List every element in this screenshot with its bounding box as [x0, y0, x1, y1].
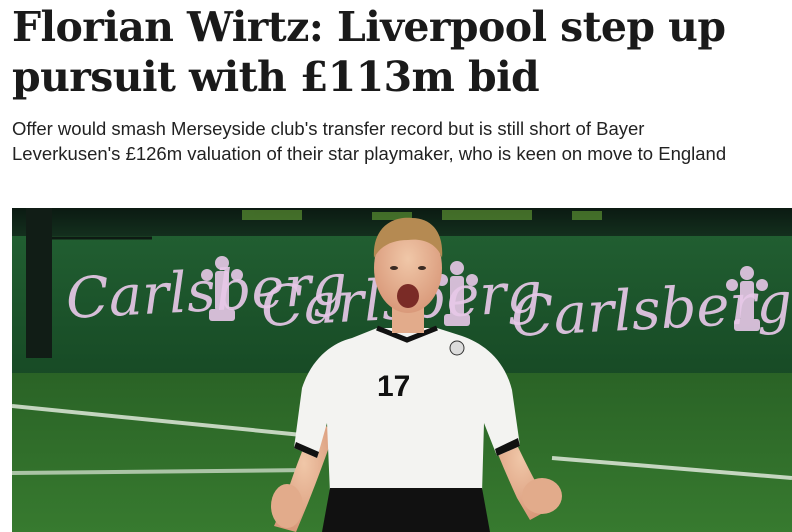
- standfirst: Offer would smash Merseyside club's tran…: [12, 116, 792, 166]
- standfirst-line-1: Offer would smash Merseyside club's tran…: [12, 118, 645, 139]
- headline: Florian Wirtz: Liverpool step up pursuit…: [12, 2, 792, 102]
- headline-line-2: pursuit with £113m bid: [12, 53, 540, 101]
- standfirst-line-2: Leverkusen's £126m valuation of their st…: [12, 143, 727, 164]
- hero-photo-illustration: Carlsberg Carlsberg Carlsberg: [12, 208, 792, 532]
- shirt-number: 17: [377, 370, 410, 403]
- hero-photo: Carlsberg Carlsberg Carlsberg: [12, 208, 792, 532]
- article: Florian Wirtz: Liverpool step up pursuit…: [0, 0, 792, 532]
- goal-post: [26, 208, 52, 358]
- headline-line-1: Florian Wirtz: Liverpool step up: [12, 3, 726, 51]
